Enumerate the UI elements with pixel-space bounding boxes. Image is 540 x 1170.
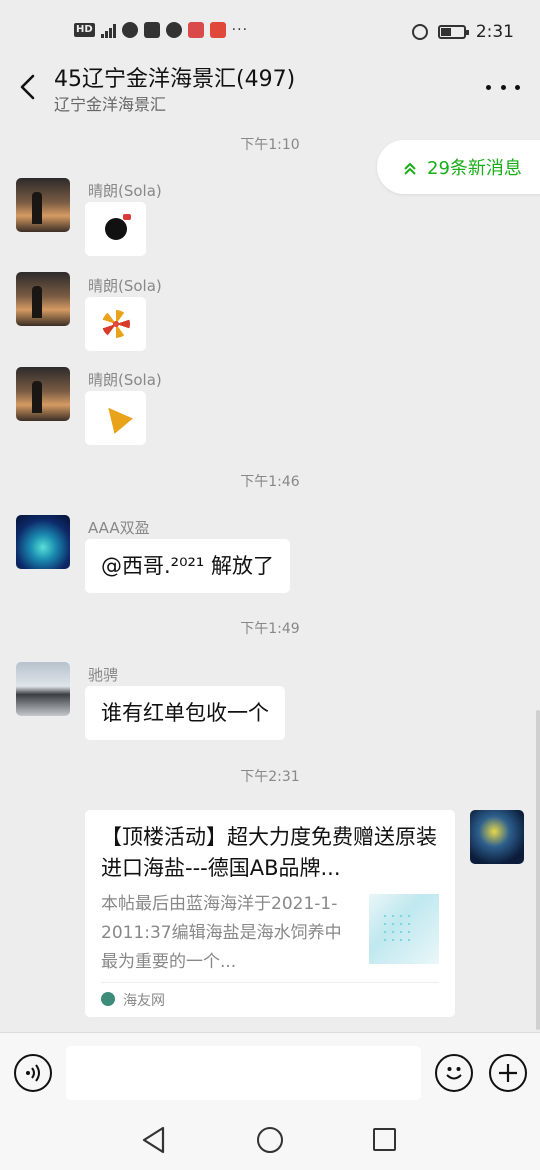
- new-messages-label: 29条新消息: [427, 158, 522, 179]
- orange-app-notification-icon: [209, 22, 226, 38]
- avatar[interactable]: [16, 272, 70, 326]
- bag-notification-icon: [143, 22, 160, 38]
- back-button[interactable]: [14, 72, 44, 102]
- party-popper-emoji-icon: [98, 400, 133, 434]
- chat-title: 45辽宁金洋海景汇(497): [54, 67, 296, 92]
- more-dots-icon: [486, 84, 491, 90]
- avatar[interactable]: [16, 662, 70, 716]
- voice-button[interactable]: [14, 1054, 52, 1092]
- sender-name: 驰骋: [88, 666, 119, 684]
- link-card-source: 海友网: [123, 993, 165, 1009]
- avatar[interactable]: [16, 515, 70, 569]
- emoji-button[interactable]: [435, 1054, 473, 1092]
- status-left-icons: HD ···: [74, 22, 248, 38]
- back-arrow-icon: [20, 74, 35, 100]
- avatar[interactable]: [16, 178, 70, 232]
- message-bubble[interactable]: @西哥.²⁰²¹ 解放了: [85, 539, 291, 593]
- timestamp: 下午2:31: [240, 769, 300, 785]
- status-right-icons: 2:31: [411, 22, 514, 42]
- nav-home-icon[interactable]: [257, 1127, 283, 1153]
- app-notification-icon: [121, 22, 138, 38]
- timestamp: 下午1:46: [240, 474, 300, 490]
- battery-icon: [437, 25, 469, 39]
- plus-button[interactable]: [489, 1054, 527, 1092]
- bomb-emoji-icon: [104, 214, 131, 240]
- sender-name: AAA双盈: [88, 519, 150, 537]
- firework-emoji-icon: [101, 310, 130, 338]
- link-card-title: 【顶楼活动】超大力度免费赠送原装进口海盐---德国AB品牌...: [101, 825, 437, 880]
- nav-recents-icon[interactable]: [373, 1128, 396, 1151]
- status-bar: HD ··· 2:31: [0, 0, 540, 60]
- divider: [101, 982, 439, 983]
- more-notifications-icon: ···: [231, 22, 249, 38]
- timestamp: 下午1:10: [240, 137, 300, 153]
- message-bubble-emoji[interactable]: [85, 297, 146, 351]
- sender-name: 晴朗(Sola): [88, 371, 162, 389]
- link-card-thumbnail: [369, 894, 439, 964]
- more-dot: [500, 84, 506, 90]
- message-bubble-emoji[interactable]: [85, 202, 146, 256]
- hd-indicator: HD: [74, 23, 95, 37]
- more-button[interactable]: [486, 74, 520, 100]
- status-time: 2:31: [475, 22, 514, 42]
- system-nav-bar: [0, 1114, 540, 1170]
- message-input[interactable]: [66, 1046, 421, 1100]
- timestamp: 下午1:49: [240, 621, 300, 637]
- sender-name: 晴朗(Sola): [88, 277, 162, 295]
- nav-back-icon[interactable]: [141, 1126, 167, 1154]
- source-logo-icon: [101, 992, 115, 1006]
- signal-icon: [100, 22, 116, 38]
- chat-header: 45辽宁金洋海景汇(497) 辽宁金洋海景汇: [0, 60, 540, 118]
- avatar[interactable]: [16, 367, 70, 421]
- link-card-description: 本帖最后由蓝海海洋于2021-1-2011:37编辑海盐是海水饲养中最为重要的一…: [101, 894, 342, 972]
- sender-name: 晴朗(Sola): [88, 182, 162, 200]
- my-avatar[interactable]: [470, 810, 524, 864]
- message-bubble[interactable]: 谁有红单包收一个: [85, 686, 285, 740]
- qq-notification-icon: [165, 22, 182, 38]
- emoji-icon: [446, 1067, 462, 1080]
- voice-icon: [26, 1064, 40, 1082]
- more-dot: [515, 84, 520, 90]
- double-chevron-up-icon: [403, 160, 417, 175]
- link-card-message[interactable]: 【顶楼活动】超大力度免费赠送原装进口海盐---德国AB品牌... 本帖最后由蓝海…: [85, 810, 455, 1017]
- chat-subtitle: 辽宁金洋海景汇: [54, 95, 167, 114]
- alarm-icon: [411, 24, 428, 40]
- scrollbar[interactable]: [536, 710, 540, 1030]
- red-app-notification-icon: [187, 22, 204, 38]
- plus-icon: [499, 1064, 517, 1082]
- message-bubble-emoji[interactable]: [85, 391, 146, 445]
- input-bar: [0, 1032, 540, 1114]
